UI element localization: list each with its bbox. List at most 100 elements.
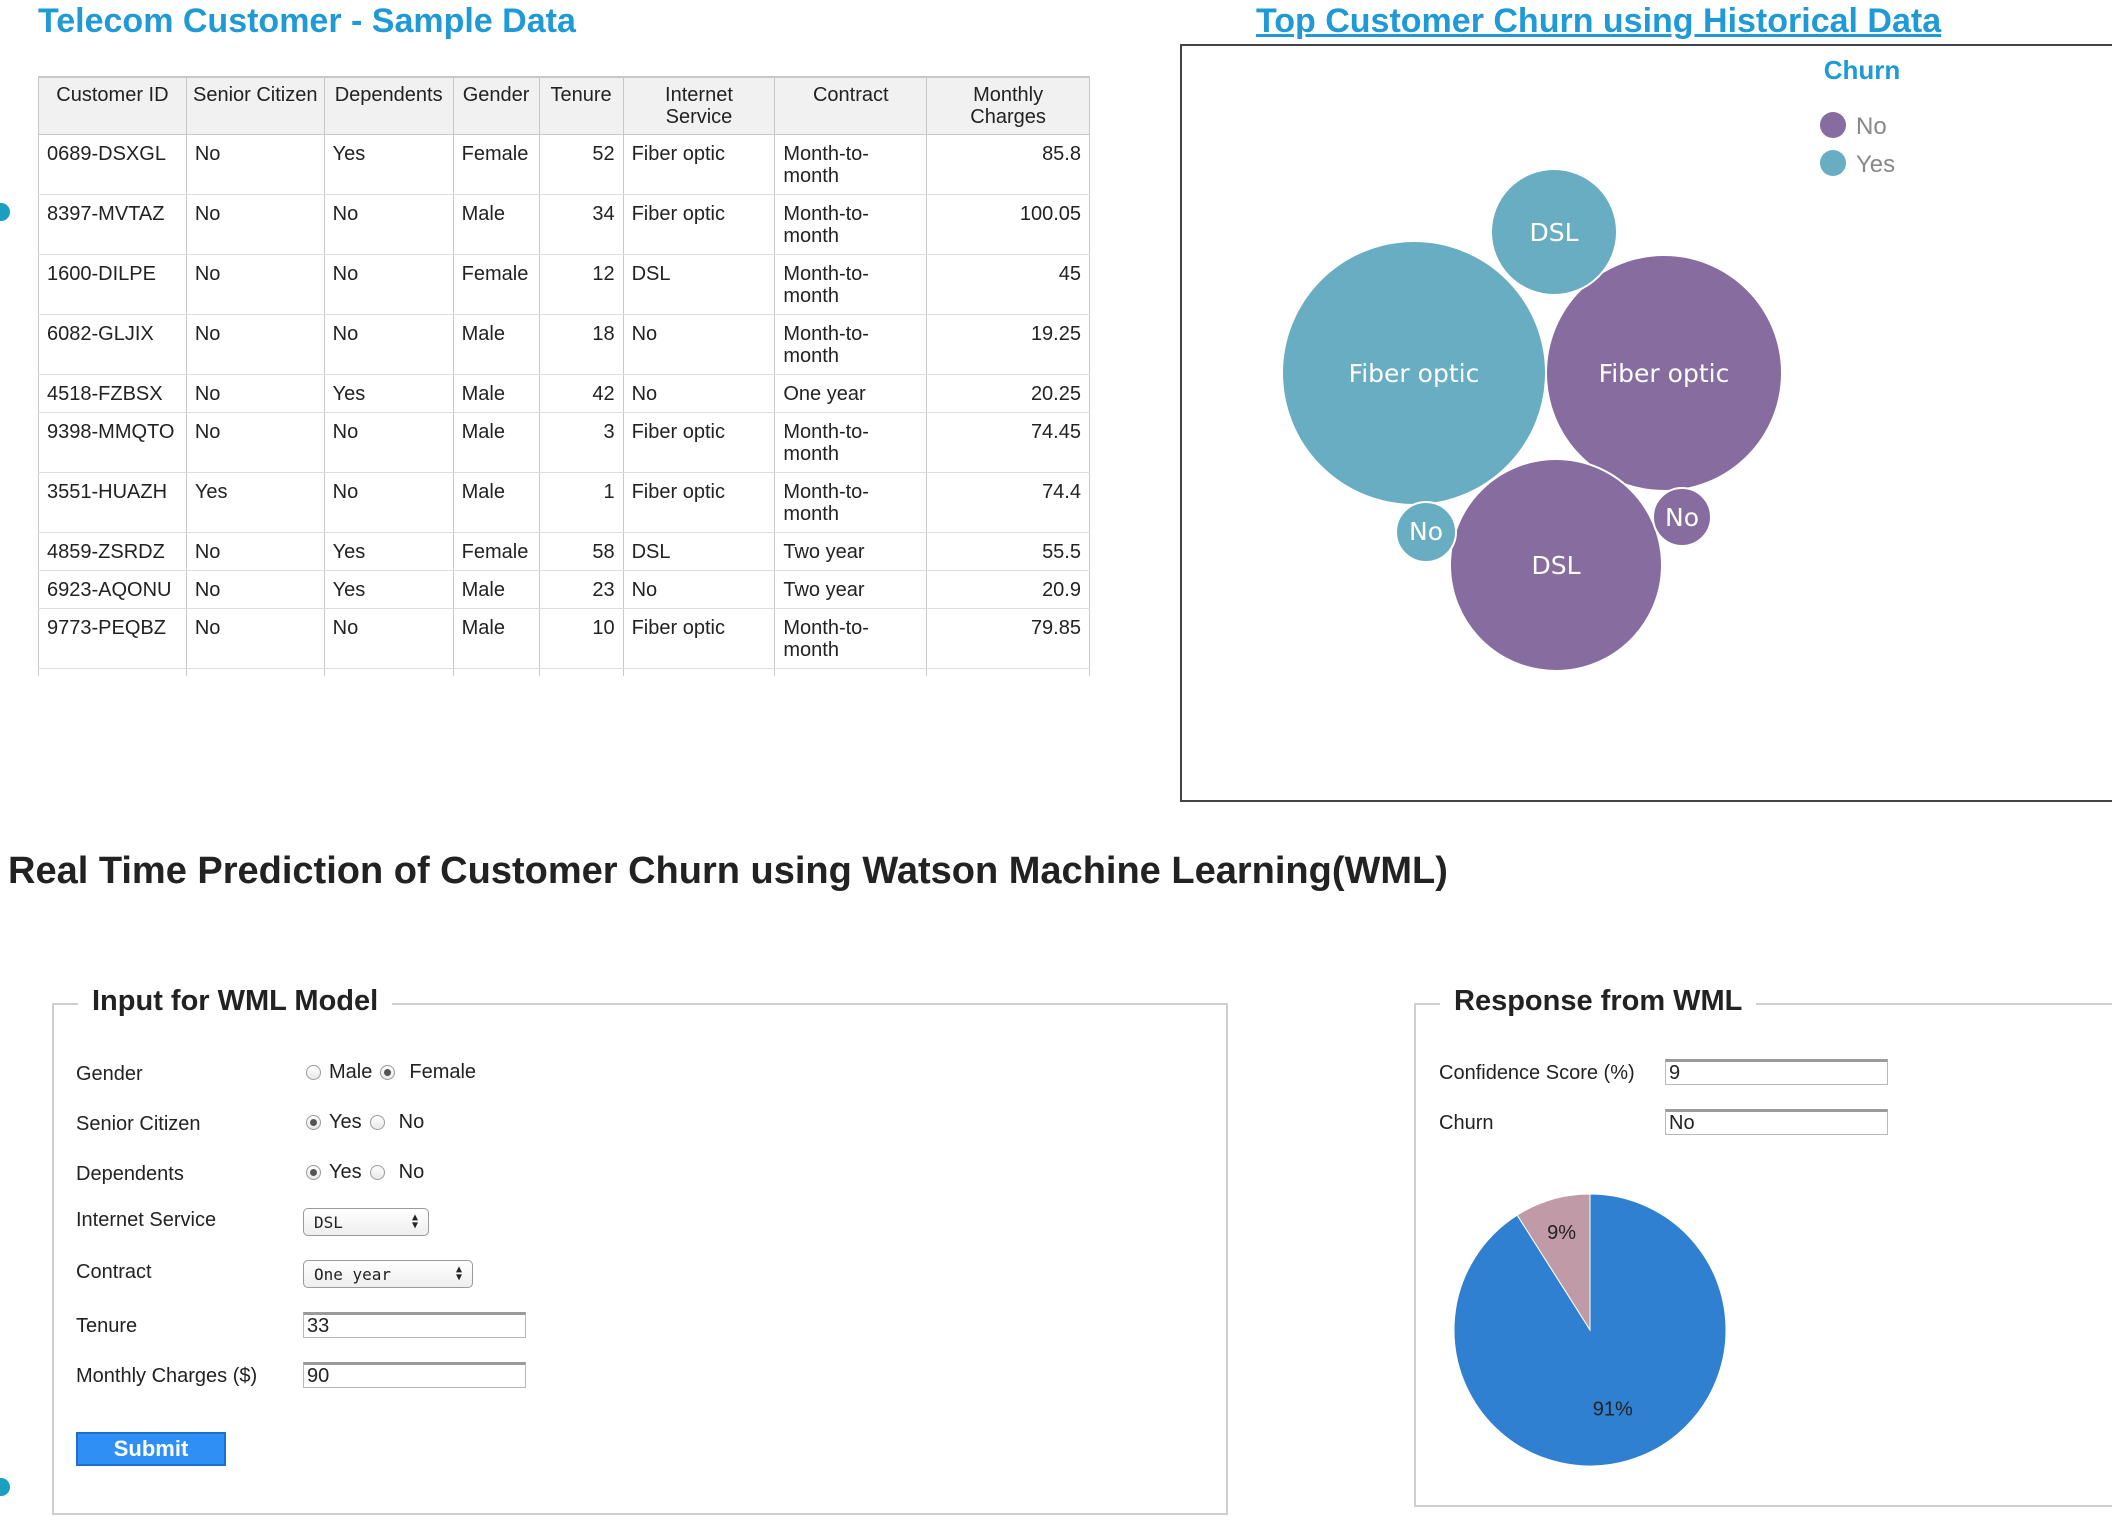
table-cell: Male	[452, 608, 540, 669]
gender-male-label: Male	[329, 1061, 373, 1083]
table-cell: Female	[452, 532, 540, 571]
table-cell: 75.9	[926, 668, 1090, 676]
internet-service-select[interactable]: DSL ▲ ▼	[303, 1208, 429, 1236]
table-cell: No	[185, 668, 325, 676]
table-cell: No	[323, 608, 454, 669]
table-cell: Yes	[323, 374, 454, 413]
gender-male-radio[interactable]	[306, 1065, 321, 1080]
column-header: Dependents	[323, 76, 454, 135]
column-header: Monthly Charges	[926, 76, 1090, 135]
table-row: 9398-MMQTO No No Male 3 Fiber optic Month-to-m…	[38, 412, 1090, 473]
table-cell: 9398-MMQTO	[38, 412, 187, 473]
confidence-score-output[interactable]: 9	[1665, 1059, 1888, 1085]
table-cell: Fiber optic	[622, 194, 776, 255]
contract-label: Contract	[76, 1261, 152, 1283]
sample-data-table-container[interactable]: Customer ID Senior Citizen Dependents Gende…	[38, 76, 1090, 676]
bubble-fiber-optic-yes[interactable]: Fiber optic	[1281, 240, 1547, 506]
bubble-no-yes[interactable]: No	[1395, 501, 1457, 563]
bubble-dsl-yes[interactable]: DSL	[1490, 168, 1618, 296]
gender-female-radio[interactable]	[380, 1065, 396, 1080]
table-cell: Female	[452, 668, 540, 676]
sample-data-table: Customer ID Senior Citizen Dependents Gende…	[38, 76, 1090, 676]
table-row: 1618-CFHMENoNoFemale2Fiber opticMonth-to…	[38, 668, 1090, 676]
table-cell: Male	[452, 314, 540, 375]
senior-no-radio[interactable]	[369, 1115, 385, 1130]
pie-slice[interactable]	[1453, 1193, 1727, 1467]
scroll-handle-bottom[interactable]	[0, 1478, 10, 1496]
legend-yes-swatch	[1820, 150, 1846, 176]
churn-label: Churn	[1439, 1112, 1494, 1134]
table-cell: No	[185, 570, 325, 609]
table-cell: Month-to-month	[774, 608, 928, 669]
table-cell: 3551-HUAZH	[38, 472, 187, 533]
table-cell: Two year	[774, 570, 928, 609]
bubble-dsl-no[interactable]: DSL	[1449, 458, 1663, 672]
table-cell: Yes	[323, 570, 454, 609]
bubble-label: Fiber optic	[1349, 359, 1480, 388]
dependents-no-label: No	[398, 1161, 425, 1183]
churn-bubble-chart: Churn No Yes Fiber optic Fiber optic DSL…	[1281, 55, 1901, 672]
table-cell: No	[185, 412, 325, 473]
table-cell: Male	[452, 570, 540, 609]
table-cell: No	[185, 134, 325, 195]
gender-radio-group: Male Female	[306, 1061, 476, 1084]
response-pie-chart: 9% 91%	[1440, 1180, 1760, 1480]
senior-yes-label: Yes	[329, 1111, 362, 1133]
table-cell: No	[185, 194, 325, 255]
column-header: Senior Citizen	[185, 76, 325, 135]
dependents-yes-radio[interactable]	[306, 1165, 321, 1180]
table-cell: 1	[538, 472, 624, 533]
scroll-handle-top[interactable]	[0, 203, 10, 221]
table-cell: Month-to-month	[774, 412, 928, 473]
senior-yes-radio[interactable]	[306, 1115, 321, 1130]
table-cell: No	[185, 314, 325, 375]
table-cell: 34	[538, 194, 624, 255]
submit-button[interactable]: Submit	[76, 1432, 226, 1466]
table-cell: 3	[538, 412, 624, 473]
bubble-label: No	[1665, 503, 1699, 532]
table-cell: Fiber optic	[622, 472, 776, 533]
table-cell: 0689-DSXGL	[38, 134, 187, 195]
tenure-input[interactable]: 33	[303, 1312, 526, 1338]
table-row: 4518-FZBSX No Yes Male 42 No One year 20.25	[38, 374, 1090, 413]
bubble-label: No	[1409, 517, 1443, 546]
table-cell: Male	[452, 374, 540, 413]
churn-chart-title-link[interactable]: Top Customer Churn using Historical Data	[1256, 2, 1941, 41]
internet-service-label: Internet Service	[76, 1209, 217, 1231]
dependents-no-radio[interactable]	[369, 1165, 385, 1180]
table-row: 1600-DILPE No No Female 12 DSL Month-to-month 4…	[38, 254, 1090, 315]
table-cell: 4518-FZBSX	[38, 374, 187, 413]
table-cell: Male	[452, 194, 540, 255]
table-cell: 74.45	[926, 412, 1090, 473]
table-cell: 100.05	[926, 194, 1090, 255]
table-cell: 19.25	[926, 314, 1090, 375]
senior-radio-group: Yes No	[306, 1111, 424, 1134]
input-form-fieldset	[52, 1003, 1228, 1515]
contract-select[interactable]: One year ▲ ▼	[303, 1260, 473, 1288]
legend-title: Churn	[1824, 55, 1901, 85]
table-cell: No	[622, 570, 776, 609]
table-row: 3551-HUAZH Yes No Male 1 Fiber optic Month-to-…	[38, 472, 1090, 533]
select-arrows-icon: ▲ ▼	[455, 1264, 462, 1283]
table-cell: Month-to-month	[774, 134, 928, 195]
bubble-no-no[interactable]: No	[1652, 487, 1712, 547]
select-arrows-icon: ▲ ▼	[411, 1212, 418, 1231]
table-cell: DSL	[622, 532, 776, 571]
table-cell: No	[185, 608, 325, 669]
table-cell: Yes	[323, 134, 454, 195]
table-cell: 10	[538, 608, 624, 669]
dependents-radio-group: Yes No	[306, 1161, 424, 1184]
table-cell: 42	[538, 374, 624, 413]
table-cell: Month-to-month	[774, 472, 928, 533]
pie-slice-label: 9%	[1547, 1222, 1576, 1244]
bubble-fiber-optic-no[interactable]: Fiber optic	[1545, 254, 1783, 492]
pie-chart-svg: 9% 91%	[1453, 1193, 1727, 1467]
churn-output[interactable]: No	[1665, 1109, 1888, 1135]
table-cell: 2	[538, 668, 624, 676]
table-cell: 79.85	[926, 608, 1090, 669]
table-cell: Fiber optic	[622, 668, 776, 676]
monthly-charges-input[interactable]: 90	[303, 1362, 526, 1388]
legend-no-label: No	[1856, 113, 1887, 140]
input-form-legend: Input for WML Model	[78, 985, 393, 1018]
table-cell: Yes	[185, 472, 325, 533]
